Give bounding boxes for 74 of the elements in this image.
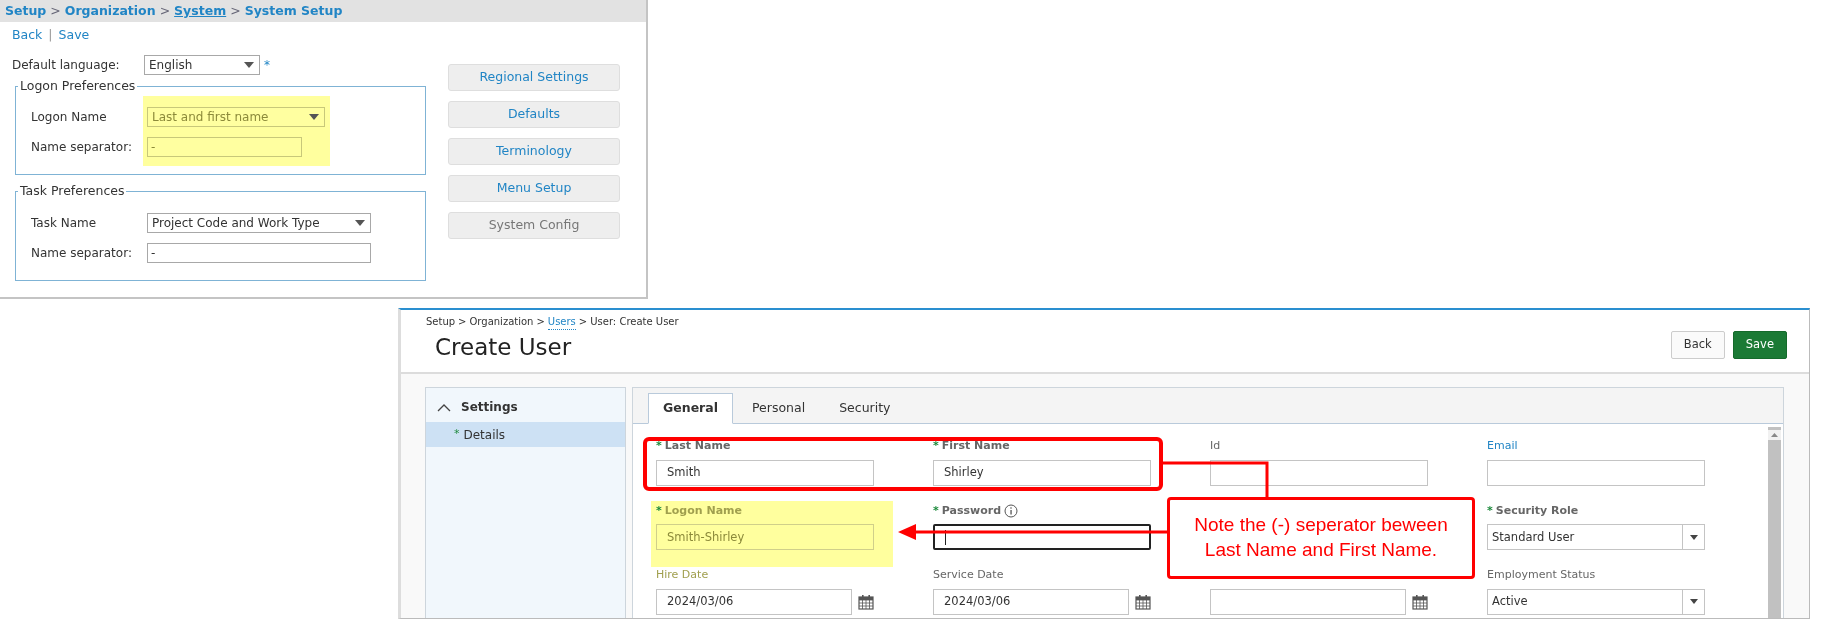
- back-button[interactable]: Back: [1670, 331, 1725, 359]
- breadcrumb-item: System Setup: [244, 1, 343, 20]
- breadcrumb-separator: >: [578, 315, 588, 329]
- field-label: Name separator:: [31, 139, 133, 157]
- required-mark: *: [933, 438, 939, 455]
- scrollbar[interactable]: [1768, 427, 1781, 618]
- field-label: Employment Status: [1487, 566, 1596, 583]
- field-label: Name separator:: [31, 244, 133, 262]
- action-link[interactable]: Save: [58, 26, 90, 45]
- field-label: Default language:: [12, 56, 121, 74]
- dropdown[interactable]: Project Code and Work Type: [147, 212, 371, 233]
- field-label: Logon Name: [664, 502, 742, 519]
- field-label: Last Name: [664, 438, 731, 455]
- callout-note: Note the (-) seperator beween Last Name and First Name.: [1167, 497, 1475, 579]
- scroll-up-icon: [1768, 430, 1781, 440]
- field-label: Id: [1210, 438, 1221, 455]
- text-field[interactable]: [1210, 460, 1428, 486]
- fieldset-legend: Logon Preferences: [18, 79, 138, 93]
- language-dropdown[interactable]: English: [144, 54, 260, 75]
- action-link[interactable]: Back: [12, 26, 43, 45]
- section-heading[interactable]: Settings: [461, 398, 518, 416]
- field-label: Password: [941, 502, 1002, 519]
- field-link[interactable]: Email: [1487, 438, 1518, 455]
- calendar-icon: [858, 593, 874, 610]
- side-button[interactable]: Regional Settings: [448, 63, 620, 91]
- date-field[interactable]: 2024/03/06: [933, 588, 1129, 615]
- required-mark: *: [656, 502, 662, 519]
- field-label: Security Role: [1495, 502, 1579, 519]
- text-field[interactable]: Smith: [656, 460, 874, 486]
- sidebar-item[interactable]: * Details: [426, 422, 625, 447]
- breadcrumb-separator: >: [50, 1, 61, 20]
- side-button[interactable]: Terminology: [448, 137, 620, 165]
- side-button[interactable]: Menu Setup: [448, 174, 620, 202]
- breadcrumb-item: Organization: [469, 315, 534, 329]
- dropdown[interactable]: Active: [1487, 588, 1705, 615]
- required-mark: *: [264, 56, 270, 74]
- breadcrumb-item: Setup: [5, 1, 47, 20]
- breadcrumb-separator: >: [458, 315, 467, 329]
- dropdown[interactable]: Standard User: [1487, 524, 1705, 551]
- breadcrumb-separator: >: [536, 315, 545, 329]
- item-label: Details: [463, 426, 506, 444]
- date-field[interactable]: [1210, 588, 1406, 615]
- text-field[interactable]: Smith-Shirley: [656, 524, 874, 551]
- breadcrumb-item: User: Create User: [590, 315, 679, 329]
- breadcrumb-item: Organization: [64, 1, 156, 20]
- breadcrumb-link[interactable]: Users: [547, 314, 576, 330]
- field-label: Hire Date: [656, 566, 709, 583]
- tab[interactable]: General: [648, 393, 733, 424]
- calendar-icon: [1412, 593, 1428, 610]
- required-mark: *: [454, 426, 460, 443]
- action-separator: |: [48, 26, 53, 44]
- password-field[interactable]: [933, 524, 1151, 551]
- text-field[interactable]: -: [147, 242, 371, 263]
- page-title: Create User: [434, 333, 573, 362]
- text-cursor: [945, 529, 946, 545]
- breadcrumb-item: Setup: [426, 315, 456, 329]
- text-field[interactable]: [1487, 460, 1705, 486]
- dropdown[interactable]: Last and first name: [147, 107, 325, 128]
- tab[interactable]: Security: [824, 393, 906, 424]
- fieldset-legend: Task Preferences: [18, 185, 127, 198]
- field-label: Task Name: [31, 214, 98, 232]
- tab[interactable]: Personal: [737, 393, 821, 424]
- required-mark: *: [933, 502, 939, 519]
- date-field[interactable]: 2024/03/06: [656, 588, 852, 615]
- save-button[interactable]: Save: [1732, 331, 1787, 359]
- field-label: Logon Name: [31, 109, 108, 127]
- required-mark: *: [1487, 502, 1493, 519]
- breadcrumb-separator: >: [230, 1, 241, 20]
- required-mark: *: [656, 438, 662, 455]
- text-field[interactable]: Shirley: [933, 460, 1151, 486]
- field-label: Service Date: [933, 566, 1004, 583]
- calendar-icon: [1135, 593, 1151, 610]
- field-label: First Name: [941, 438, 1010, 455]
- breadcrumb-separator: >: [159, 1, 171, 20]
